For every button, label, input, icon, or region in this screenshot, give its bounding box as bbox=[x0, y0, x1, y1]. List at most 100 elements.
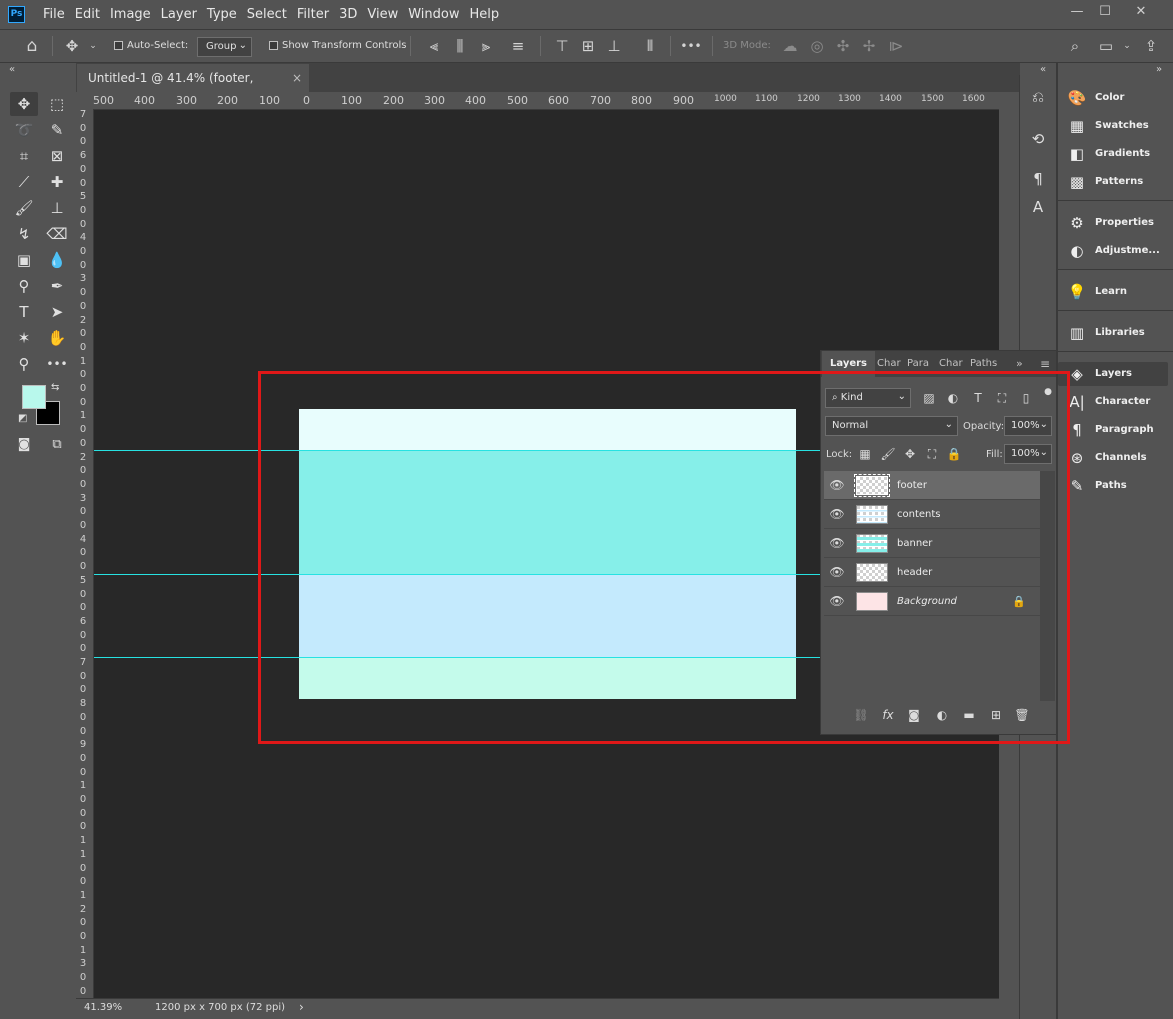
panel-paragraph[interactable]: ¶ Paragraph bbox=[1058, 418, 1168, 442]
distribute-icon[interactable]: ≡ bbox=[508, 30, 528, 62]
dodge-tool-icon[interactable]: ⚲ bbox=[10, 274, 38, 298]
3d-slide-icon[interactable]: ✢ bbox=[859, 30, 879, 62]
minimize-button[interactable]: — bbox=[1062, 4, 1092, 20]
history-brush-tool-icon[interactable]: ↯ bbox=[10, 222, 38, 246]
menu-filter[interactable]: Filter bbox=[292, 0, 334, 29]
maximize-button[interactable]: ☐ bbox=[1090, 4, 1120, 20]
show-transform-checkbox[interactable]: Show Transform Controls bbox=[269, 30, 406, 62]
collapse-rightpanel-icon[interactable]: » bbox=[1156, 64, 1162, 75]
3d-camera-icon[interactable]: ⧐ bbox=[886, 30, 906, 62]
ruler-label: 7 bbox=[79, 657, 87, 668]
panel-swatches[interactable]: ▦ Swatches bbox=[1058, 114, 1168, 138]
blur-tool-icon[interactable]: 💧 bbox=[43, 248, 71, 272]
workspace-icon[interactable]: ▭ bbox=[1095, 30, 1117, 62]
collapse-middock-icon[interactable]: « bbox=[1040, 64, 1046, 75]
menu-help[interactable]: Help bbox=[465, 0, 505, 29]
quick-mask-icon[interactable]: ◙ bbox=[10, 433, 38, 457]
move-tool-icon[interactable]: ✥ bbox=[10, 92, 38, 116]
clone-stamp-tool-icon[interactable]: ⊥ bbox=[43, 196, 71, 220]
zoom-tool-icon[interactable]: ⚲ bbox=[10, 352, 38, 376]
eyedropper-tool-icon[interactable]: ⟋ bbox=[10, 170, 38, 194]
move-tool-icon[interactable]: ✥ bbox=[61, 30, 83, 62]
pen-tool-icon[interactable]: ✒ bbox=[43, 274, 71, 298]
status-menu-arrow-icon[interactable]: › bbox=[299, 1000, 304, 1014]
search-icon[interactable]: ⌕ bbox=[1064, 30, 1086, 62]
divider bbox=[1058, 269, 1173, 270]
3d-roll-icon[interactable]: ◎ bbox=[807, 30, 827, 62]
vertical-ruler[interactable]: 7006005004003002001000100200300400500600… bbox=[76, 110, 94, 998]
panel-patterns[interactable]: ▩ Patterns bbox=[1058, 170, 1168, 194]
auto-select-target-select[interactable]: Group ⌄ bbox=[197, 37, 252, 57]
foreground-color-swatch[interactable] bbox=[22, 385, 46, 409]
type-tool-icon[interactable]: T bbox=[10, 300, 38, 324]
ruler-label: 0 bbox=[79, 561, 87, 573]
eraser-tool-icon[interactable]: ⌫ bbox=[43, 222, 71, 246]
align-horizontal-center-icon[interactable]: ⫼ bbox=[450, 30, 470, 62]
panel-libraries[interactable]: ▥ Libraries bbox=[1058, 321, 1168, 345]
history-icon[interactable]: ⎌ bbox=[1024, 85, 1052, 109]
menu-layer[interactable]: Layer bbox=[156, 0, 202, 29]
menu-window[interactable]: Window bbox=[403, 0, 464, 29]
3d-orbit-icon[interactable]: ☁ bbox=[780, 30, 800, 62]
ruler-label: 9 bbox=[79, 739, 87, 751]
shape-tool-icon[interactable]: ✶ bbox=[10, 326, 38, 350]
share-icon[interactable]: ⇪ bbox=[1140, 30, 1162, 62]
horizontal-ruler[interactable]: 500 400 300 200 100 0 100 200 300 400 500 600 700 800… bbox=[93, 92, 999, 110]
frame-tool-icon[interactable]: ⊠ bbox=[43, 144, 71, 168]
auto-select-checkbox[interactable]: Auto-Select: bbox=[114, 30, 188, 62]
menu-view[interactable]: View bbox=[362, 0, 403, 29]
panel-channels[interactable]: ⊛ Channels bbox=[1058, 446, 1168, 470]
crop-tool-icon[interactable]: ⌗ bbox=[10, 144, 38, 168]
panel-properties[interactable]: ⚙ Properties bbox=[1058, 211, 1168, 235]
workspace-chevron-icon[interactable]: ⌄ bbox=[1120, 30, 1134, 62]
hand-tool-icon[interactable]: ✋ bbox=[43, 326, 71, 350]
ruler-label: 1400 bbox=[879, 94, 902, 104]
panel-adjustments[interactable]: ◐ Adjustme... bbox=[1058, 239, 1168, 263]
panel-paths[interactable]: ✎ Paths bbox=[1058, 474, 1168, 498]
quick-select-tool-icon[interactable]: ✎ bbox=[43, 118, 71, 142]
default-colors-icon[interactable]: ◩ bbox=[18, 413, 27, 424]
document-tab[interactable]: Untitled-1 @ 41.4% (footer, RGB/8#) * × bbox=[77, 64, 309, 113]
actions-icon[interactable]: ⟲ bbox=[1024, 127, 1052, 151]
ruler-label: 0 bbox=[79, 670, 87, 682]
brush-tool-icon[interactable]: 🖌 bbox=[10, 196, 38, 220]
close-window-button[interactable]: ✕ bbox=[1126, 4, 1156, 20]
paragraph-styles-icon[interactable]: ¶ bbox=[1024, 167, 1052, 191]
align-vertical-center-icon[interactable]: ⊞ bbox=[578, 30, 598, 62]
tool-preset-chevron-icon[interactable]: ⌄ bbox=[86, 30, 100, 62]
menu-file[interactable]: File bbox=[38, 0, 70, 29]
healing-brush-tool-icon[interactable]: ✚ bbox=[43, 170, 71, 194]
align-left-icon[interactable]: ⫷ bbox=[424, 30, 444, 62]
menu-image[interactable]: Image bbox=[105, 0, 156, 29]
swap-colors-icon[interactable]: ⇆ bbox=[51, 382, 59, 393]
menu-type[interactable]: Type bbox=[202, 0, 242, 29]
ruler-label: 0 bbox=[79, 807, 87, 819]
panel-gradients[interactable]: ◧ Gradients bbox=[1058, 142, 1168, 166]
align-top-icon[interactable]: ⊤ bbox=[552, 30, 572, 62]
panel-layers[interactable]: ◈ Layers bbox=[1058, 362, 1168, 386]
3d-drag-icon[interactable]: ✣ bbox=[833, 30, 853, 62]
gradient-tool-icon[interactable]: ▣ bbox=[10, 248, 38, 272]
distribute-vertical-icon[interactable]: ⦀ bbox=[640, 30, 660, 62]
collapse-tools-icon[interactable]: « bbox=[9, 64, 15, 75]
zoom-level[interactable]: 41.39% bbox=[84, 1002, 122, 1013]
menu-select[interactable]: Select bbox=[242, 0, 292, 29]
more-options-icon[interactable]: ••• bbox=[680, 30, 702, 62]
panel-character[interactable]: A| Character bbox=[1058, 390, 1168, 414]
panel-color[interactable]: 🎨 Color bbox=[1058, 86, 1168, 110]
align-bottom-icon[interactable]: ⊥ bbox=[604, 30, 624, 62]
close-tab-icon[interactable]: × bbox=[292, 64, 302, 92]
path-selection-tool-icon[interactable]: ➤ bbox=[43, 300, 71, 324]
screen-mode-icon[interactable]: ⧉ bbox=[43, 433, 71, 457]
menu-edit[interactable]: Edit bbox=[70, 0, 105, 29]
lasso-tool-icon[interactable]: ➰ bbox=[10, 118, 38, 142]
ruler-label: 1500 bbox=[921, 94, 944, 104]
divider bbox=[410, 36, 411, 56]
marquee-tool-icon[interactable]: ⬚ bbox=[43, 92, 71, 116]
character-styles-icon[interactable]: A bbox=[1024, 195, 1052, 219]
home-icon[interactable]: ⌂ bbox=[20, 30, 44, 62]
panel-learn[interactable]: 💡 Learn bbox=[1058, 280, 1168, 304]
menu-3d[interactable]: 3D bbox=[334, 0, 362, 29]
edit-toolbar-icon[interactable]: ••• bbox=[43, 352, 71, 376]
align-right-icon[interactable]: ⫸ bbox=[476, 30, 496, 62]
